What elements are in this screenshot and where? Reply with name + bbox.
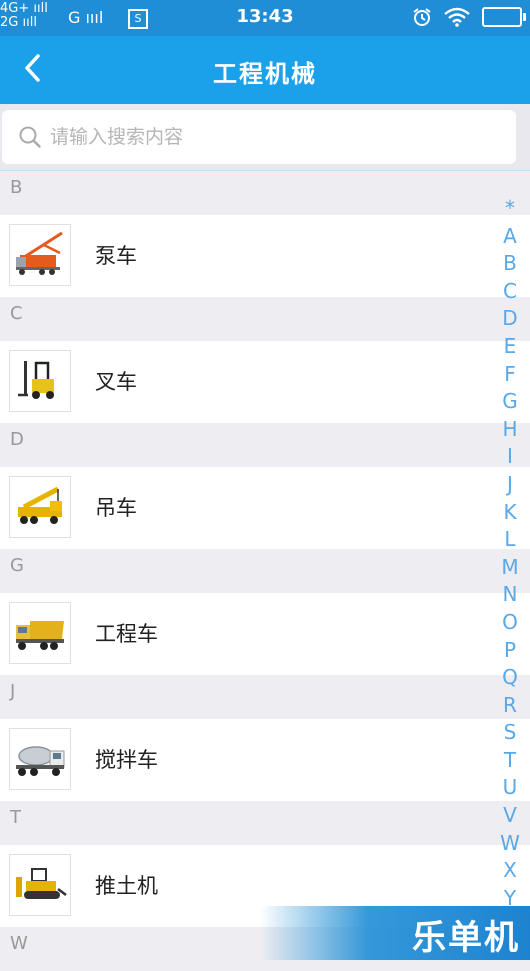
watermark-logo: 乐单机 (412, 918, 520, 958)
category-list: B 泵车 C 叉车 D 吊车 G 工程车 J 搅拌车 T 推土机 W (0, 171, 530, 971)
index-letter[interactable]: V (503, 802, 517, 830)
index-letter[interactable]: B (503, 250, 517, 278)
index-letter[interactable]: T (504, 747, 516, 775)
section-header-b: B (0, 171, 530, 215)
mixer-truck-icon (9, 728, 71, 790)
list-item-label: 吊车 (95, 496, 137, 520)
index-letter[interactable]: A (503, 223, 517, 251)
index-letter[interactable]: W (500, 830, 520, 858)
search-input[interactable] (48, 125, 492, 149)
search-area (0, 104, 530, 171)
crane-truck-icon (9, 476, 71, 538)
list-item-label: 搅拌车 (95, 748, 158, 772)
index-letter[interactable]: O (502, 609, 518, 637)
alphabet-index-bar[interactable]: * A B C D E F G H I J K L M N O P Q R S T U V W X Y (494, 195, 526, 912)
wifi-icon (444, 7, 470, 27)
index-letter[interactable]: K (503, 499, 516, 527)
list-item-forklift[interactable]: 叉车 (0, 341, 530, 423)
list-item-label: 泵车 (95, 244, 137, 268)
section-header-c: C (0, 297, 530, 341)
section-header-g: G (0, 549, 530, 593)
section-header-j: J (0, 675, 530, 719)
index-letter[interactable]: R (503, 692, 517, 720)
status-bar: 4G+ ııll 2G ııll G ıııl S 13:43 (0, 0, 530, 36)
nav-bar: 工程机械 (0, 36, 530, 104)
watermark: 乐单机 (260, 906, 530, 960)
index-letter[interactable]: C (503, 278, 517, 306)
index-letter[interactable]: U (503, 774, 518, 802)
dump-truck-icon (9, 602, 71, 664)
search-box[interactable] (2, 110, 516, 164)
list-item-label: 叉车 (95, 370, 137, 394)
index-letter[interactable]: M (501, 554, 518, 582)
index-letter[interactable]: F (504, 361, 516, 389)
battery-icon (482, 7, 526, 27)
alarm-icon (413, 8, 431, 26)
index-letter[interactable]: G (502, 388, 518, 416)
index-letter[interactable]: I (507, 443, 513, 471)
list-item-dump-truck[interactable]: 工程车 (0, 593, 530, 675)
index-letter[interactable]: E (504, 333, 517, 361)
index-letter[interactable]: J (507, 471, 513, 499)
index-letter[interactable]: S (504, 719, 517, 747)
index-letter[interactable]: N (503, 581, 518, 609)
index-letter[interactable]: * (505, 195, 515, 223)
list-item-mixer-truck[interactable]: 搅拌车 (0, 719, 530, 801)
list-item-crane-truck[interactable]: 吊车 (0, 467, 530, 549)
index-letter[interactable]: P (504, 637, 516, 665)
pump-truck-icon (9, 224, 71, 286)
index-letter[interactable]: X (503, 857, 517, 885)
forklift-icon (9, 350, 71, 412)
search-icon (19, 126, 41, 148)
list-item-pump-truck[interactable]: 泵车 (0, 215, 530, 297)
index-letter[interactable]: H (502, 416, 517, 444)
index-letter[interactable]: Q (502, 664, 518, 692)
section-header-d: D (0, 423, 530, 467)
list-item-label: 工程车 (95, 622, 158, 646)
section-header-t: T (0, 801, 530, 845)
index-letter[interactable]: D (502, 305, 517, 333)
index-letter[interactable]: L (504, 526, 515, 554)
bulldozer-icon (9, 854, 71, 916)
page-title: 工程机械 (213, 60, 317, 88)
list-item-label: 推土机 (95, 874, 158, 898)
